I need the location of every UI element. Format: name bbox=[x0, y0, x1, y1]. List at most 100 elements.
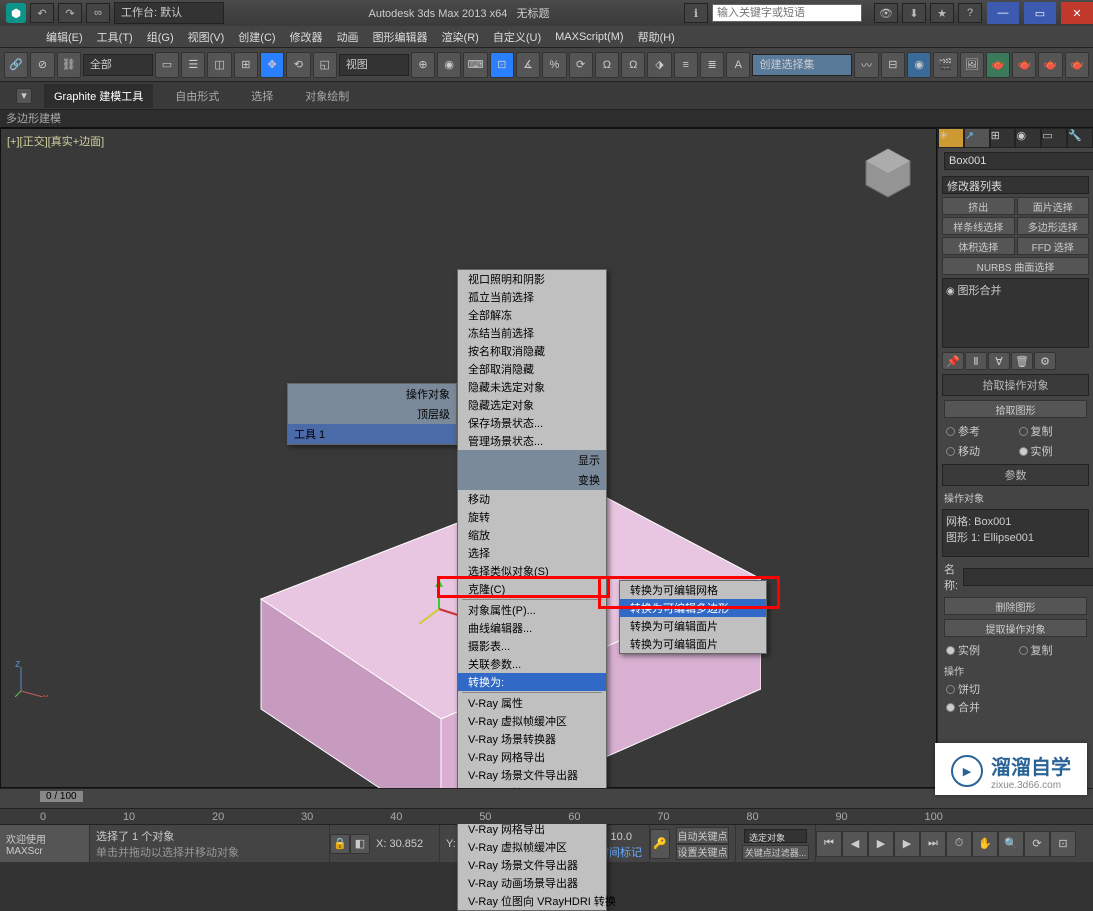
qi-vray-0[interactable]: V-Ray 属性 bbox=[458, 694, 606, 712]
radio-copy[interactable] bbox=[1019, 427, 1028, 436]
render-frame-icon[interactable]: 🖼 bbox=[960, 52, 984, 78]
modifier-list-dropdown[interactable]: 修改器列表 bbox=[942, 176, 1089, 194]
qi-unhide-all[interactable]: 全部取消隐藏 bbox=[458, 360, 606, 378]
qi-unfreeze-all[interactable]: 全部解冻 bbox=[458, 306, 606, 324]
pivot-icon[interactable]: ⊕ bbox=[411, 52, 435, 78]
radio-copy2[interactable] bbox=[1019, 646, 1028, 655]
auto-key-button[interactable]: 自动关键点 bbox=[676, 827, 729, 844]
align-icon[interactable]: ≡ bbox=[674, 52, 698, 78]
btn-vol-select[interactable]: 体积选择 bbox=[942, 237, 1015, 255]
qi-dope-sheet[interactable]: 摄影表... bbox=[458, 637, 606, 655]
qi-viewport-lighting[interactable]: 视口照明和阴影 bbox=[458, 270, 606, 288]
btn-nurbs-select[interactable]: NURBS 曲面选择 bbox=[942, 257, 1089, 275]
ribbon-tab-paint[interactable]: 对象绘制 bbox=[295, 84, 359, 108]
qi-select[interactable]: 选择 bbox=[458, 544, 606, 562]
material-editor-icon[interactable]: ◉ bbox=[907, 52, 931, 78]
qi-save-state[interactable]: 保存场景状态... bbox=[458, 414, 606, 432]
qi-vray-4[interactable]: V-Ray 场景文件导出器 bbox=[458, 766, 606, 784]
qi-move[interactable]: 移动 bbox=[458, 490, 606, 508]
zoom-icon[interactable]: 🔍 bbox=[998, 831, 1024, 857]
btn-extrude[interactable]: 挤出 bbox=[942, 197, 1015, 215]
menu-help[interactable]: 帮助(H) bbox=[632, 27, 681, 47]
qi-vray-10[interactable]: V-Ray 动画场景导出器 bbox=[458, 874, 606, 892]
time-slider-handle[interactable]: 0 / 100 bbox=[40, 791, 83, 802]
qi-vray-1[interactable]: V-Ray 虚拟帧缓冲区 bbox=[458, 712, 606, 730]
radio-cookie[interactable] bbox=[946, 685, 955, 694]
qi-rotate[interactable]: 旋转 bbox=[458, 508, 606, 526]
curve-editor-icon[interactable]: 〰 bbox=[854, 52, 878, 78]
scale-icon[interactable]: ◱ bbox=[313, 52, 337, 78]
btn-spline-select[interactable]: 样条线选择 bbox=[942, 217, 1015, 235]
select-icon[interactable]: ▭ bbox=[155, 52, 179, 78]
qi-isolate[interactable]: 孤立当前选择 bbox=[458, 288, 606, 306]
menu-group[interactable]: 组(G) bbox=[141, 27, 180, 47]
close-button[interactable]: ✕ bbox=[1061, 2, 1093, 24]
manip-icon[interactable]: ◉ bbox=[437, 52, 461, 78]
modifier-stack[interactable]: ◉ 图形合并 bbox=[942, 278, 1089, 348]
ribbon-min-icon[interactable]: ▾ bbox=[16, 88, 32, 104]
radio-merge[interactable] bbox=[946, 703, 955, 712]
cmd-tab-hierarchy[interactable]: ⊞ bbox=[990, 128, 1016, 148]
menu-tools[interactable]: 工具(T) bbox=[91, 27, 139, 47]
next-frame-icon[interactable]: ▶ bbox=[894, 831, 920, 857]
radio-instance[interactable] bbox=[1019, 447, 1028, 456]
btn-delete-shape[interactable]: 删除图形 bbox=[944, 597, 1087, 615]
max-viewport-icon[interactable]: ⊡ bbox=[1050, 831, 1076, 857]
cmd-tab-motion[interactable]: ◉ bbox=[1015, 128, 1041, 148]
rollout-pick[interactable]: 拾取操作对象 bbox=[942, 374, 1089, 396]
keyboard-shortcut-icon[interactable]: ⌨ bbox=[463, 52, 487, 78]
menu-create[interactable]: 创建(C) bbox=[232, 27, 281, 47]
cmd-tab-utilities[interactable]: 🔧 bbox=[1067, 128, 1093, 148]
time-config-icon[interactable]: ⏱ bbox=[946, 831, 972, 857]
link-icon[interactable]: ∞ bbox=[86, 3, 110, 23]
render-setup-icon[interactable]: 🎬 bbox=[933, 52, 957, 78]
workspace-dropdown[interactable]: 工作台: 默认 bbox=[114, 2, 224, 24]
lock-selection-icon[interactable]: 🔒 bbox=[330, 834, 350, 854]
menu-views[interactable]: 视图(V) bbox=[182, 27, 231, 47]
favorite-icon[interactable]: ★ bbox=[930, 3, 954, 23]
qi-unhide-name[interactable]: 按名称取消隐藏 bbox=[458, 342, 606, 360]
qi-scale[interactable]: 缩放 bbox=[458, 526, 606, 544]
spinner-snap-icon[interactable]: ⟳ bbox=[569, 52, 593, 78]
menu-maxscript[interactable]: MAXScript(M) bbox=[549, 29, 629, 45]
select-name-icon[interactable]: ☰ bbox=[181, 52, 205, 78]
menu-animation[interactable]: 动画 bbox=[331, 27, 365, 47]
remove-mod-icon[interactable]: 🗑 bbox=[1011, 352, 1033, 370]
selection-filter[interactable]: 全部 bbox=[83, 54, 153, 76]
cmd-tab-display[interactable]: ▭ bbox=[1041, 128, 1067, 148]
cmd-tab-create[interactable]: ✳ bbox=[938, 128, 964, 148]
undo-icon[interactable]: ↶ bbox=[30, 3, 54, 23]
teapot-icon[interactable]: 🫖 bbox=[986, 52, 1010, 78]
percent-snap-icon[interactable]: % bbox=[542, 52, 566, 78]
key-filters-button[interactable]: 关键点过滤器... bbox=[742, 845, 809, 860]
btn-pick-shape[interactable]: 拾取图形 bbox=[944, 400, 1087, 418]
qi-vray-9[interactable]: V-Ray 场景文件导出器 bbox=[458, 856, 606, 874]
operand-list[interactable]: 网格: Box001 图形 1: Ellipse001 bbox=[942, 509, 1089, 557]
rotate-icon[interactable]: ⟲ bbox=[286, 52, 310, 78]
bind-icon[interactable]: ⛓ bbox=[57, 52, 81, 78]
prev-frame-icon[interactable]: ◀ bbox=[842, 831, 868, 857]
make-unique-icon[interactable]: ∀ bbox=[988, 352, 1010, 370]
render-prod-icon[interactable]: 🫖 bbox=[1038, 52, 1062, 78]
key-mode-icon[interactable]: 🔑 bbox=[650, 829, 670, 859]
operand-name-input[interactable] bbox=[963, 568, 1093, 586]
move-icon[interactable]: ✥ bbox=[260, 52, 284, 78]
goto-start-icon[interactable]: ⏮ bbox=[816, 831, 842, 857]
menu-edit[interactable]: 编辑(E) bbox=[40, 27, 89, 47]
render-iter-icon[interactable]: 🫖 bbox=[1065, 52, 1089, 78]
qi-hide-unsel[interactable]: 隐藏未选定对象 bbox=[458, 378, 606, 396]
sub-editable-patch2[interactable]: 转换为可编辑面片 bbox=[620, 635, 766, 653]
abs-transform-icon[interactable]: ◧ bbox=[350, 834, 370, 854]
search-input[interactable] bbox=[712, 4, 862, 22]
app-logo[interactable]: ⬢ bbox=[6, 3, 26, 23]
qi-freeze-sel[interactable]: 冻结当前选择 bbox=[458, 324, 606, 342]
radio-inst2[interactable] bbox=[946, 646, 955, 655]
sub-editable-poly[interactable]: 转换为可编辑多边形 bbox=[620, 599, 766, 617]
time-ruler[interactable]: 0102030405060708090100 bbox=[0, 808, 1093, 824]
ribbon-tab-graphite[interactable]: Graphite 建模工具 bbox=[44, 84, 153, 108]
schematic-icon[interactable]: ⊟ bbox=[881, 52, 905, 78]
quick-render-icon[interactable]: 🫖 bbox=[1012, 52, 1036, 78]
object-name-input[interactable] bbox=[944, 152, 1093, 170]
minimize-button[interactable]: — bbox=[987, 2, 1019, 24]
set-key-button[interactable]: 设置关键点 bbox=[676, 844, 729, 861]
